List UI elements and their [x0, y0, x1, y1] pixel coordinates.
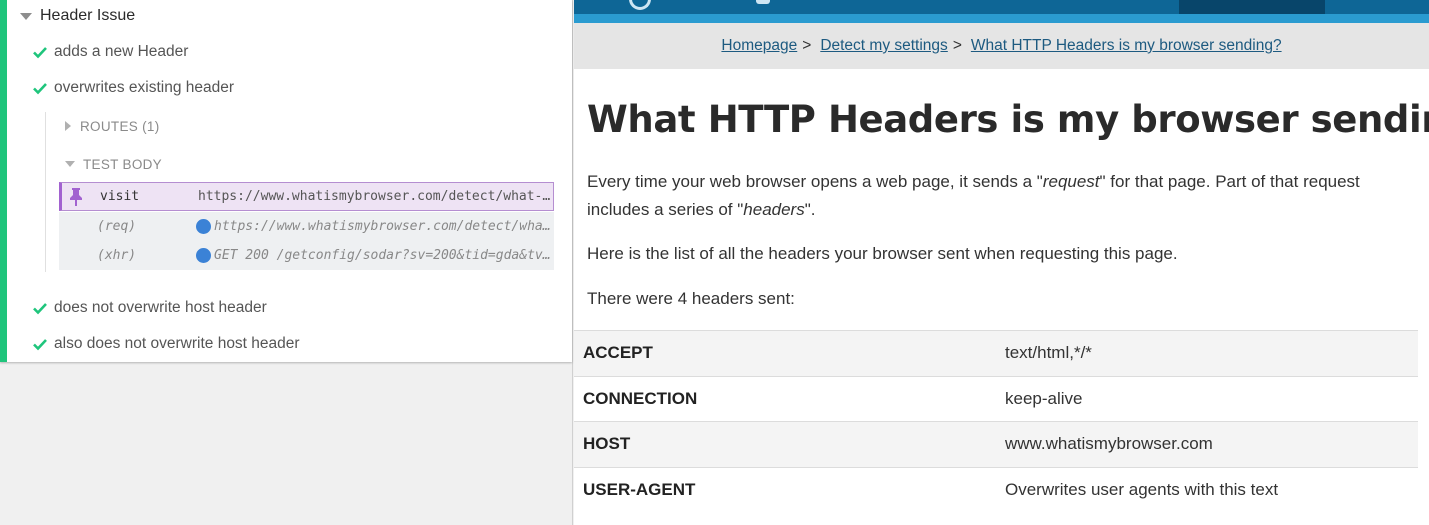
- breadcrumb-separator: >: [952, 37, 962, 54]
- table-row: HOST www.whatismybrowser.com: [574, 421, 1418, 467]
- intro-text: Every time your web browser opens a web …: [587, 172, 1043, 191]
- suite-title: Header Issue: [40, 7, 136, 24]
- header-key: ACCEPT: [583, 343, 653, 363]
- command-message: GET 200 /getconfig/sodar?sv=200&tid=gda&…: [214, 248, 551, 263]
- test-title: adds a new Header: [54, 43, 189, 60]
- section-divider: [45, 112, 46, 272]
- logo-fragment: [756, 0, 770, 4]
- command-name: (req): [97, 219, 137, 234]
- header-key: USER-AGENT: [583, 480, 696, 499]
- command-xhr[interactable]: (xhr) GET 200 /getconfig/sodar?sv=200&ti…: [59, 241, 554, 270]
- list-paragraph: Here is the list of all the headers your…: [587, 244, 1178, 263]
- page-title: What HTTP Headers is my browser sending?: [587, 98, 1429, 141]
- test-item[interactable]: adds a new Header: [32, 40, 188, 64]
- test-title: overwrites existing header: [54, 79, 235, 96]
- caret-down-icon: [65, 161, 75, 167]
- test-body-label: TEST BODY: [83, 156, 162, 172]
- header-value: text/html,*/*: [1005, 343, 1092, 363]
- check-icon: [33, 83, 47, 95]
- check-icon: [33, 47, 47, 59]
- breadcrumb-separator: >: [802, 37, 812, 54]
- intro-paragraph: Every time your web browser opens a web …: [587, 168, 1387, 224]
- check-icon: [33, 303, 47, 315]
- count-paragraph: There were 4 headers sent:: [587, 289, 795, 308]
- header-stripe: [574, 14, 1429, 23]
- header-value: www.whatismybrowser.com: [1005, 434, 1213, 454]
- headers-table: ACCEPT text/html,*/* CONNECTION keep-ali…: [574, 330, 1418, 513]
- command-message: https://www.whatismybrowser.com/detect/w…: [214, 219, 551, 234]
- header-key: HOST: [583, 434, 631, 454]
- breadcrumb-link-homepage[interactable]: Homepage: [721, 37, 797, 55]
- routes-section-toggle[interactable]: ROUTES (1): [65, 116, 160, 136]
- header-value: Overwrites user agents with this text: [1005, 480, 1279, 499]
- caret-down-icon: [20, 12, 32, 20]
- caret-right-icon: [65, 121, 71, 131]
- test-title: does not overwrite host header: [54, 299, 267, 316]
- table-row: USER-AGENT Overwrites user agents with t…: [574, 467, 1418, 513]
- command-log-panel: Header Issue adds a new Header overwrite…: [0, 0, 573, 525]
- check-icon: [33, 339, 47, 351]
- header-key: CONNECTION: [583, 388, 698, 408]
- suite-block: Header Issue adds a new Header overwrite…: [0, 0, 572, 362]
- command-req[interactable]: (req) https://www.whatismybrowser.com/de…: [59, 212, 554, 241]
- test-item[interactable]: does not overwrite host header: [32, 296, 267, 320]
- command-visit[interactable]: visit https://www.whatismybrowser.com/de…: [59, 182, 554, 211]
- intro-emphasis: headers: [743, 200, 805, 219]
- test-title: also does not overwrite host header: [54, 335, 300, 352]
- pin-icon: [70, 188, 82, 206]
- site-header: [574, 0, 1429, 14]
- command-message: https://www.whatismybrowser.com/detect/w…: [198, 189, 554, 204]
- command-name: (xhr): [97, 248, 137, 263]
- test-body-section-toggle[interactable]: TEST BODY: [65, 154, 162, 174]
- suite-header[interactable]: Header Issue: [20, 5, 135, 27]
- breadcrumb-link-current[interactable]: What HTTP Headers is my browser sending?: [971, 37, 1282, 55]
- app-preview: Homepage > Detect my settings > What HTT…: [574, 0, 1429, 525]
- table-row: CONNECTION keep-alive: [574, 376, 1418, 422]
- intro-emphasis: request: [1042, 172, 1100, 191]
- test-item[interactable]: also does not overwrite host header: [32, 332, 300, 356]
- table-row: ACCEPT text/html,*/*: [574, 330, 1418, 376]
- routes-label: ROUTES (1): [80, 118, 160, 134]
- breadcrumb-link-detect[interactable]: Detect my settings: [820, 37, 948, 55]
- dot-icon: [196, 248, 211, 263]
- breadcrumb: Homepage > Detect my settings > What HTT…: [574, 23, 1429, 69]
- dot-icon: [196, 219, 211, 234]
- test-item[interactable]: overwrites existing header: [32, 76, 234, 100]
- header-value: keep-alive: [1005, 388, 1083, 408]
- header-nav-block[interactable]: [1179, 0, 1325, 14]
- command-name: visit: [100, 189, 140, 204]
- intro-text: ".: [804, 200, 816, 219]
- logo-icon: [629, 0, 651, 10]
